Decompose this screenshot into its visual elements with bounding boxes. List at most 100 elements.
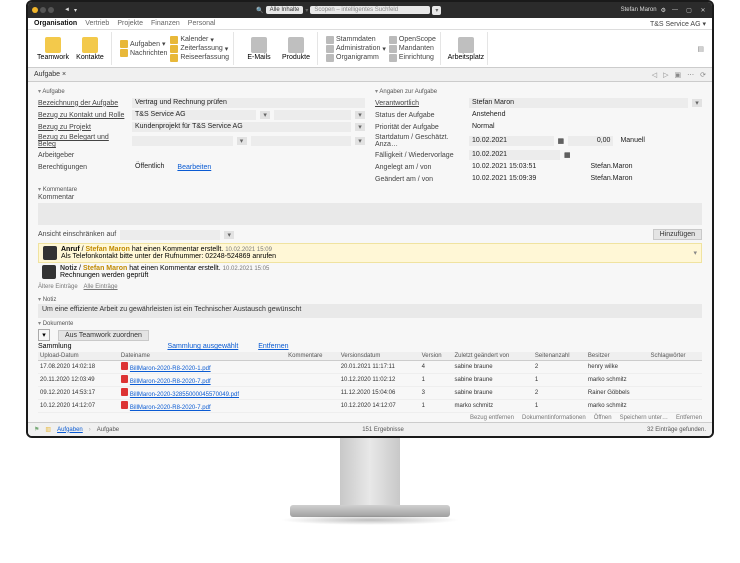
field-kontakt[interactable]: T&S Service AG <box>132 110 256 120</box>
ribbon-mandanten[interactable]: Mandanten <box>389 45 436 53</box>
section-angaben[interactable]: Angaben zur Aufgabe <box>375 88 702 95</box>
col-seiten[interactable]: Seitenanzahl <box>533 352 586 361</box>
section-aufgabe[interactable]: Aufgabe <box>38 88 365 95</box>
field-belegart[interactable] <box>132 136 233 146</box>
ribbon-openscope[interactable]: OpenScope <box>389 36 436 44</box>
tab-organisation[interactable]: Organisation <box>34 20 77 27</box>
col-schlag[interactable]: Schlagwörter <box>649 352 702 361</box>
field-faellig[interactable]: 10.02.2021 <box>469 150 560 160</box>
aus-teamwork-button[interactable]: Aus Teamwork zuordnen <box>58 330 149 341</box>
ribbon-produkte[interactable]: Produkte <box>279 37 313 61</box>
minimize-button[interactable]: — <box>670 7 680 13</box>
notiz-text[interactable]: Um eine effiziente Arbeit zu gewährleist… <box>38 304 702 318</box>
col-zuletzt[interactable]: Zuletzt geändert von <box>453 352 533 361</box>
status-chart-icon[interactable]: ▥ <box>45 426 51 433</box>
search-scope[interactable]: Alle Inhalte <box>266 6 304 14</box>
ribbon-nachrichten[interactable]: Nachrichten <box>120 49 167 57</box>
more-icon[interactable]: ⋯ <box>687 71 694 79</box>
ribbon-zeiterfassung[interactable]: Zeiterfassung ▾ <box>170 45 229 53</box>
col-dateiname[interactable]: Dateiname <box>119 352 286 361</box>
ribbon-kalender[interactable]: Kalender ▾ <box>170 36 229 44</box>
section-dokumente[interactable]: Dokumente <box>38 320 702 327</box>
history-back-icon[interactable]: ◄ <box>64 7 70 13</box>
dd-kontakt[interactable]: ▾ <box>260 111 270 119</box>
status-flag-icon[interactable]: ⚑ <box>34 426 39 433</box>
ribbon-reiseerfassung[interactable]: Reiseerfassung <box>170 54 229 62</box>
action-oeffnen[interactable]: Öffnen <box>594 415 612 421</box>
calendar-icon[interactable]: ▦ <box>564 151 571 159</box>
current-user[interactable]: Stefan Maron <box>621 7 657 13</box>
section-notiz[interactable]: Notiz <box>38 296 702 303</box>
sammlung-tab[interactable]: Sammlung ausgewählt <box>167 343 238 350</box>
ribbon-administration[interactable]: Administration ▾ <box>326 45 386 53</box>
ribbon-organigramm[interactable]: Organigramm <box>326 54 386 62</box>
file-link[interactable]: BillMaron-2020-R8-2020-7.pdf <box>130 405 211 411</box>
link-bearbeiten[interactable]: Bearbeiten <box>177 164 211 171</box>
field-beleg[interactable] <box>251 136 352 146</box>
tab-projekte[interactable]: Projekte <box>117 20 143 27</box>
breadcrumb-aufgaben[interactable]: Aufgaben <box>57 427 83 433</box>
field-bezeichnung[interactable]: Vertrag und Rechnung prüfen <box>132 98 365 108</box>
all-entries-link[interactable]: Alle Einträge <box>84 284 118 290</box>
col-kommentare[interactable]: Kommentare <box>286 352 339 361</box>
dd-filter[interactable]: ▾ <box>224 231 234 239</box>
ribbon-teamwork[interactable]: Teamwork <box>36 37 70 61</box>
action-speichern[interactable]: Speichern unter… <box>620 415 668 421</box>
filter-dropdown[interactable] <box>120 230 220 240</box>
tab-vertrieb[interactable]: Vertrieb <box>85 20 109 27</box>
dd-rolle[interactable]: ▾ <box>355 111 365 119</box>
field-projekt[interactable]: Kundenprojekt für T&S Service AG <box>132 122 351 132</box>
file-link[interactable]: BillMaron-2020-R8-2020-1.pdf <box>130 366 211 372</box>
action-bezug-entfernen[interactable]: Bezug entfernen <box>470 415 514 421</box>
comment-textarea[interactable] <box>38 203 702 225</box>
dd-belegart[interactable]: ▾ <box>237 137 247 145</box>
search-input[interactable]: Scopen – intelligentes Suchfeld <box>310 6 430 14</box>
tab-personal[interactable]: Personal <box>188 20 216 27</box>
file-link[interactable]: BillMaron-2020-R8-2020-7.pdf <box>130 379 211 385</box>
table-row[interactable]: 09.12.2020 14:53:17BillMaron-2020-328550… <box>38 387 702 400</box>
ribbon-arbeitsplatz[interactable]: Arbeitsplatz <box>449 37 483 61</box>
file-link[interactable]: BillMaron-2020-32855000045570049.pdf <box>130 392 239 398</box>
ribbon-emails[interactable]: E-Mails <box>242 37 276 61</box>
table-row[interactable]: 20.11.2020 12:03:49BillMaron-2020-R8-202… <box>38 374 702 387</box>
older-entries[interactable]: Ältere Einträge <box>38 284 78 290</box>
ribbon-einrichtung[interactable]: Einrichtung <box>389 54 436 62</box>
action-dokumentinfo[interactable]: Dokumentinformationen <box>522 415 586 421</box>
field-startdatum[interactable]: 10.02.2021 <box>469 136 554 146</box>
popout-icon[interactable]: ▣ <box>675 71 682 79</box>
entry-menu-icon[interactable]: ▾ <box>693 249 697 257</box>
ribbon-collapse-icon[interactable]: ▤ <box>697 45 704 53</box>
add-comment-button[interactable]: Hinzufügen <box>653 229 702 240</box>
doc-tab-aufgabe[interactable]: Aufgabe × <box>34 71 66 78</box>
col-besitzer[interactable]: Besitzer <box>586 352 649 361</box>
calendar-icon[interactable]: ▦ <box>558 137 565 145</box>
section-kommentare[interactable]: Kommentare <box>38 186 702 193</box>
col-upload[interactable]: Upload-Datum <box>38 352 119 361</box>
nav-prev-icon[interactable]: ◁ <box>652 71 657 79</box>
table-row[interactable]: 17.08.2020 14:02:18BillMaron-2020-R8-202… <box>38 361 702 374</box>
field-status[interactable]: Anstehend <box>469 110 702 120</box>
refresh-icon[interactable]: ⟳ <box>700 71 706 79</box>
tab-finanzen[interactable]: Finanzen <box>151 20 180 27</box>
ribbon-stammdaten[interactable]: Stammdaten <box>326 36 386 44</box>
settings-icon[interactable]: ⚙ <box>661 7 666 14</box>
field-aufwand[interactable]: 0,00 <box>568 136 613 146</box>
col-versionsdatum[interactable]: Versionsdatum <box>339 352 420 361</box>
maximize-button[interactable]: ▢ <box>684 7 694 14</box>
dd-projekt[interactable]: ▾ <box>355 123 365 131</box>
ribbon-aufgaben[interactable]: Aufgaben ▾ <box>120 40 167 48</box>
field-prio[interactable]: Normal <box>469 122 702 132</box>
add-doc-button[interactable]: ▾ <box>38 329 50 341</box>
dd-beleg[interactable]: ▾ <box>355 137 365 145</box>
close-button[interactable]: ✕ <box>698 7 708 14</box>
dd-verantwortlich[interactable]: ▾ <box>692 99 702 107</box>
field-rolle[interactable] <box>274 110 351 120</box>
nav-next-icon[interactable]: ▷ <box>663 71 668 79</box>
table-row[interactable]: 10.12.2020 14:12:07BillMaron-2020-R8-202… <box>38 400 702 413</box>
field-verantwortlich[interactable]: Stefan Maron <box>469 98 688 108</box>
context-company[interactable]: T&S Service AG ▾ <box>650 20 706 28</box>
ribbon-kontakte[interactable]: Kontakte <box>73 37 107 61</box>
action-entfernen[interactable]: Entfernen <box>676 415 702 421</box>
entfernen-link[interactable]: Entfernen <box>258 343 288 350</box>
col-version[interactable]: Version <box>420 352 453 361</box>
